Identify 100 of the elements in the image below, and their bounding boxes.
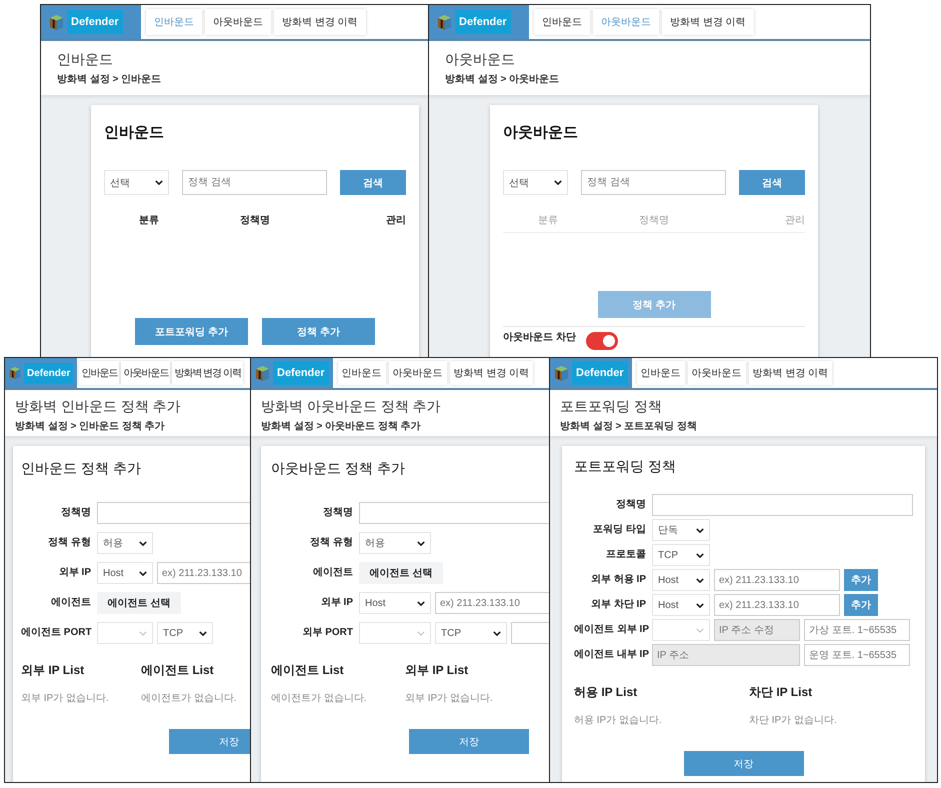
field-label: 외부 IP: [320, 596, 354, 610]
select-field[interactable]: 단독: [652, 519, 710, 541]
text-field[interactable]: ex) 211.23.133.10: [157, 562, 252, 584]
nav-tab[interactable]: 방화벽 변경 이력: [450, 361, 534, 385]
filter-select[interactable]: 선택: [104, 170, 169, 195]
page-title: 방화벽 아웃바운드 정책 추가: [261, 398, 442, 416]
chevron-down-icon: [696, 552, 704, 558]
column-header: 분류: [537, 214, 559, 227]
empty-message: 외부 IP가 없습니다.: [21, 692, 110, 705]
select-field[interactable]: 허용: [359, 532, 431, 554]
list-title: 에이전트 List: [141, 662, 215, 679]
field-label: 프로토콜: [605, 548, 647, 562]
select-field[interactable]: TCP: [435, 622, 507, 644]
select-field[interactable]: [652, 619, 710, 641]
agent-select-button[interactable]: 에이전트 선택: [359, 562, 443, 584]
nav-tab[interactable]: 인바운드: [534, 9, 590, 35]
brand-name: Defender: [273, 361, 329, 385]
field-label: 정책 유형: [47, 536, 92, 550]
list-title: 외부 IP List: [21, 662, 86, 679]
brand-name: Defender: [67, 10, 123, 34]
nav-tab[interactable]: 아웃바운드: [688, 361, 746, 385]
breadcrumb: 방화벽 설정 > 아웃바운드: [445, 73, 560, 86]
breadcrumb: 방화벽 설정 > 포트포워딩 정책: [560, 420, 698, 433]
column-header: 관리: [784, 214, 805, 227]
empty-message: 허용 IP가 없습니다.: [574, 714, 663, 727]
empty-message: 에이전트가 없습니다.: [271, 692, 368, 705]
field-label: 정책명: [615, 498, 647, 512]
field-label: 에이전트 PORT: [21, 626, 93, 640]
nav-tab[interactable]: 아웃바운드: [205, 9, 271, 35]
readonly-field[interactable]: IP 주소: [652, 644, 800, 666]
cube-logo-icon: [554, 364, 569, 382]
cube-logo-icon: [9, 366, 21, 380]
field-label: 에이전트: [50, 596, 92, 610]
text-field[interactable]: 가상 포트. 1~65535: [804, 619, 910, 641]
list-title: 허용 IP List: [574, 684, 638, 701]
brand-name: Defender: [455, 10, 511, 34]
nav-tab[interactable]: 인바운드: [636, 361, 685, 385]
breadcrumb: 방화벽 설정 > 인바운드 정책 추가: [15, 420, 166, 433]
field-label: 외부 IP: [58, 566, 92, 580]
nav-tab[interactable]: 아웃바운드: [388, 361, 447, 385]
chevron-down-icon: [696, 602, 704, 608]
column-header: 정책명: [638, 214, 670, 227]
chevron-down-icon: [696, 628, 704, 632]
select-field[interactable]: Host: [97, 562, 153, 584]
chevron-down-icon: [417, 540, 425, 546]
readonly-field[interactable]: IP 주소 수정: [714, 619, 800, 641]
select-field[interactable]: 허용: [97, 532, 153, 554]
select-field[interactable]: Host: [652, 594, 710, 616]
breadcrumb: 방화벽 설정 > 인바운드: [57, 73, 162, 86]
text-field[interactable]: ex) 211.23.133.10: [714, 569, 840, 591]
chevron-down-icon: [554, 180, 562, 185]
text-field[interactable]: ex) 211.23.133.10: [435, 592, 552, 614]
cube-logo-icon: [49, 14, 64, 30]
text-field[interactable]: ex) 211.23.133.10: [714, 594, 840, 616]
nav-tab[interactable]: 방화벽 변경 이력: [274, 9, 366, 35]
nav-tab[interactable]: 아웃바운드: [121, 361, 170, 385]
breadcrumb: 방화벽 설정 > 아웃바운드 정책 추가: [261, 420, 422, 433]
text-field[interactable]: 운영 포트. 1~65535: [804, 644, 910, 666]
column-header: 정책명: [239, 214, 271, 227]
column-header: 관리: [385, 214, 406, 227]
chevron-down-icon: [696, 528, 704, 532]
page-title: 방화벽 인바운드 정책 추가: [15, 398, 182, 416]
search-field[interactable]: 정책 검색: [182, 170, 327, 195]
chevron-down-icon: [417, 600, 425, 606]
column-header: 분류: [138, 214, 160, 227]
chevron-down-icon: [696, 578, 704, 582]
select-field[interactable]: [359, 622, 431, 644]
select-field[interactable]: Host: [652, 569, 710, 591]
select-field[interactable]: TCP: [157, 622, 213, 644]
empty-message: 외부 IP가 없습니다.: [405, 692, 494, 705]
empty-message: 에이전트가 없습니다.: [141, 692, 238, 705]
agent-select-button[interactable]: 에이전트 선택: [97, 592, 181, 614]
select-field[interactable]: Host: [359, 592, 431, 614]
page-title: 아웃바운드: [445, 51, 516, 69]
nav-tab[interactable]: 인바운드: [79, 361, 120, 385]
search-field[interactable]: 정책 검색: [581, 170, 726, 195]
card-title: 포트포워딩 정책: [574, 458, 677, 476]
field-label: 정책명: [60, 506, 92, 520]
select-field[interactable]: [97, 622, 153, 644]
nav-tab[interactable]: 방화벽 변경 이력: [748, 361, 832, 385]
field-label: 에이전트 내부 IP: [574, 648, 648, 662]
cube-logo-icon: [255, 364, 270, 382]
field-label: 포워딩 타입: [592, 523, 647, 537]
field-label: 외부 허용 IP: [590, 573, 647, 587]
text-field[interactable]: [652, 494, 913, 516]
chevron-down-icon: [493, 630, 501, 636]
chevron-down-icon: [155, 180, 163, 185]
list-title: 에이전트 List: [271, 662, 345, 679]
card-title: 아웃바운드: [503, 123, 579, 142]
field-label: 정책 유형: [309, 536, 354, 550]
nav-tab[interactable]: 방화벽 변경 이력: [662, 9, 754, 35]
brand-name: Defender: [572, 361, 628, 385]
card-title: 아웃바운드 정책 추가: [271, 460, 406, 478]
toggle-switch[interactable]: [586, 332, 618, 350]
select-field[interactable]: TCP: [652, 544, 710, 566]
filter-select[interactable]: 선택: [503, 170, 568, 195]
nav-tab[interactable]: 방화벽 변경 이력: [172, 361, 243, 385]
nav-tab[interactable]: 인바운드: [338, 361, 386, 385]
page-title: 포트포워딩 정책: [560, 398, 663, 416]
chevron-down-icon: [417, 630, 425, 636]
